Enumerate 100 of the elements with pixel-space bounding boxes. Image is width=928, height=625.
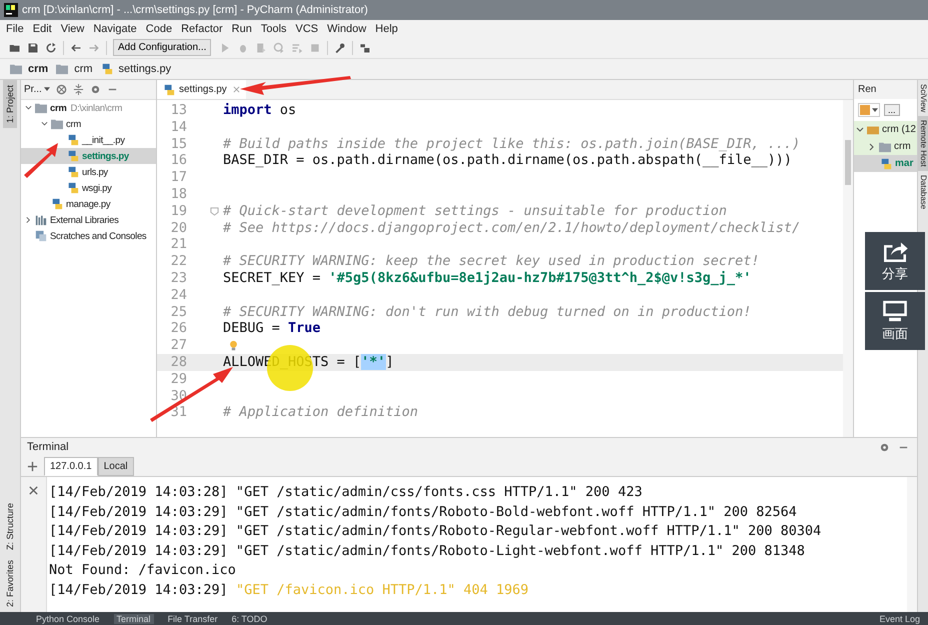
line-number: 15 bbox=[170, 136, 187, 152]
tree-item-label: settings.py bbox=[82, 150, 129, 162]
project-view-dropdown[interactable]: Pr... bbox=[24, 84, 50, 95]
code-line: # Quick-start development settings - unsuitable for production bbox=[223, 202, 727, 220]
folder-icon bbox=[56, 63, 68, 75]
line-number: 21 bbox=[170, 236, 187, 254]
menu-item[interactable]: Refactor bbox=[181, 22, 223, 34]
tree-item[interactable]: __init__.py bbox=[21, 132, 156, 148]
locate-icon[interactable] bbox=[56, 84, 67, 95]
python-file-icon bbox=[51, 198, 63, 210]
tool-window-button[interactable]: Python Console bbox=[36, 614, 100, 624]
tree-item[interactable]: manage.py bbox=[21, 196, 156, 212]
editor-tab[interactable]: settings.py bbox=[157, 80, 246, 99]
tree-item-label: External Libraries bbox=[50, 214, 119, 226]
run-configuration-button[interactable]: Add Configuration... bbox=[113, 39, 212, 56]
wrench-icon[interactable] bbox=[334, 42, 346, 54]
menu-item[interactable]: Run bbox=[232, 22, 252, 34]
line-number: 16 bbox=[170, 152, 187, 170]
share-widget-button[interactable]: 分享 bbox=[865, 232, 925, 290]
tree-item-label: wsgi.py bbox=[82, 182, 112, 194]
tool-window-tab[interactable]: Remote Host bbox=[918, 116, 928, 171]
tree-item[interactable]: crm bbox=[21, 116, 156, 132]
python-file-icon bbox=[67, 182, 79, 194]
scrollbar-track[interactable] bbox=[907, 477, 917, 612]
code-line: # Build paths inside the project like this: os.path.join(BASE_DIR, ...) bbox=[223, 136, 800, 152]
tree-item[interactable]: crm bbox=[854, 138, 917, 155]
settings-icon[interactable] bbox=[879, 442, 890, 452]
server-dropdown[interactable] bbox=[858, 103, 880, 117]
line-number: 28 bbox=[170, 354, 187, 371]
tree-item[interactable]: Scratches and Consoles bbox=[21, 228, 156, 244]
terminal-line: Not Found: /favicon.ico bbox=[49, 561, 237, 580]
chevron-down-icon[interactable] bbox=[856, 126, 864, 134]
save-icon[interactable] bbox=[27, 42, 39, 54]
terminal-tab[interactable]: Local bbox=[98, 456, 134, 476]
terminal-line: [14/Feb/2019 14:03:29] "GET /static/admin/fonts/Roboto-Bold-webfont.woff HTTP/1.1" 200 82564 bbox=[49, 502, 798, 522]
chevron-down-icon[interactable] bbox=[41, 120, 48, 128]
close-icon[interactable] bbox=[28, 485, 39, 496]
tool-window-tab[interactable]: SciView bbox=[918, 80, 928, 116]
lightbulb-icon[interactable] bbox=[229, 340, 238, 352]
tree-item-label: crm bbox=[50, 102, 67, 114]
chevron-right-icon[interactable] bbox=[25, 216, 32, 224]
breadcrumb[interactable]: settings.py bbox=[100, 63, 172, 75]
menu-item[interactable]: Help bbox=[375, 22, 398, 34]
tree-item[interactable]: crm (12 bbox=[854, 121, 917, 138]
line-number: 22 bbox=[170, 253, 187, 270]
tree-item[interactable]: urls.py bbox=[21, 164, 156, 180]
panel-title: Ren bbox=[858, 84, 876, 95]
menu-item[interactable]: Code bbox=[146, 22, 172, 34]
fold-icon[interactable] bbox=[210, 206, 219, 216]
monitor-icon bbox=[882, 300, 908, 322]
terminal-line: [14/Feb/2019 14:03:29] "GET /favicon.ico HTTP/1.1" 404 1969 bbox=[49, 580, 530, 600]
line-number: 25 bbox=[170, 304, 187, 320]
tree-item[interactable]: wsgi.py bbox=[21, 180, 156, 196]
terminal-tab[interactable]: 127.0.0.1 bbox=[44, 456, 98, 476]
back-arrow-icon[interactable] bbox=[70, 42, 82, 54]
scrollbar-thumb[interactable] bbox=[845, 140, 851, 185]
tool-window-button[interactable]: File Transfer bbox=[168, 614, 218, 624]
menu-item[interactable]: View bbox=[60, 22, 84, 34]
project-tool-tab[interactable]: 1: Project bbox=[3, 80, 17, 128]
plus-icon[interactable] bbox=[27, 460, 38, 472]
terminal-line: [14/Feb/2019 14:03:28] "GET /static/admin/css/fonts.css HTTP/1.1" 200 423 bbox=[49, 483, 644, 502]
tree-item[interactable]: External Libraries bbox=[21, 212, 156, 228]
code-line: BASE_DIR = os.path.dirname(os.path.dirname(os.path.abspath(__file__))) bbox=[223, 152, 792, 170]
menu-item[interactable]: Edit bbox=[32, 22, 52, 34]
chevron-right-icon[interactable] bbox=[868, 142, 876, 150]
tool-window-button[interactable]: Terminal bbox=[114, 614, 154, 624]
tool-window-tab[interactable]: Z: Structure bbox=[3, 498, 17, 555]
forward-arrow-icon[interactable] bbox=[88, 42, 100, 54]
code-line: DEBUG = True bbox=[223, 320, 321, 338]
tool-window-tab[interactable]: Database bbox=[918, 171, 928, 214]
line-number: 20 bbox=[170, 220, 187, 236]
code-line: import os bbox=[223, 102, 296, 119]
sync-icon[interactable] bbox=[45, 42, 57, 54]
window-title: crm [D:\xinlan\crm] - ...\crm\settings.py [crm] - PyCharm (Administrator) bbox=[22, 4, 368, 16]
breadcrumb[interactable]: crm bbox=[10, 63, 48, 75]
python-file-icon bbox=[67, 134, 79, 146]
tool-window-button[interactable]: 6: TODO bbox=[232, 614, 268, 624]
settings-icon[interactable] bbox=[90, 84, 101, 95]
menu-item[interactable]: Window bbox=[327, 22, 366, 34]
tree-item[interactable]: crm D:\xinlan\crm bbox=[21, 100, 156, 116]
tool-window-tab[interactable]: 2: Favorites bbox=[3, 554, 17, 612]
share-widget-button[interactable]: 画面 bbox=[865, 292, 925, 350]
event-log-button[interactable]: Event Log bbox=[879, 614, 920, 624]
breadcrumb[interactable]: crm bbox=[56, 63, 93, 75]
more-button[interactable]: ... bbox=[884, 104, 900, 116]
menu-item[interactable]: VCS bbox=[296, 22, 318, 34]
server-icon bbox=[860, 105, 870, 115]
menu-item[interactable]: Tools bbox=[260, 22, 287, 34]
caret-icon bbox=[872, 108, 878, 112]
python-file-icon bbox=[67, 166, 79, 178]
app-logo-icon bbox=[4, 3, 18, 17]
chevron-down-icon[interactable] bbox=[25, 104, 32, 112]
menu-item[interactable]: File bbox=[6, 22, 24, 34]
collapse-icon[interactable] bbox=[72, 84, 84, 95]
folder-icon bbox=[879, 140, 891, 152]
arrow-annotation bbox=[24, 143, 58, 178]
code-line: # SECURITY WARNING: keep the secret key used in production secret! bbox=[223, 253, 760, 270]
menu-item[interactable]: Navigate bbox=[93, 22, 137, 34]
close-icon[interactable] bbox=[232, 86, 240, 93]
code-line: # SECURITY WARNING: don't run with debug turned on in production! bbox=[223, 304, 752, 320]
